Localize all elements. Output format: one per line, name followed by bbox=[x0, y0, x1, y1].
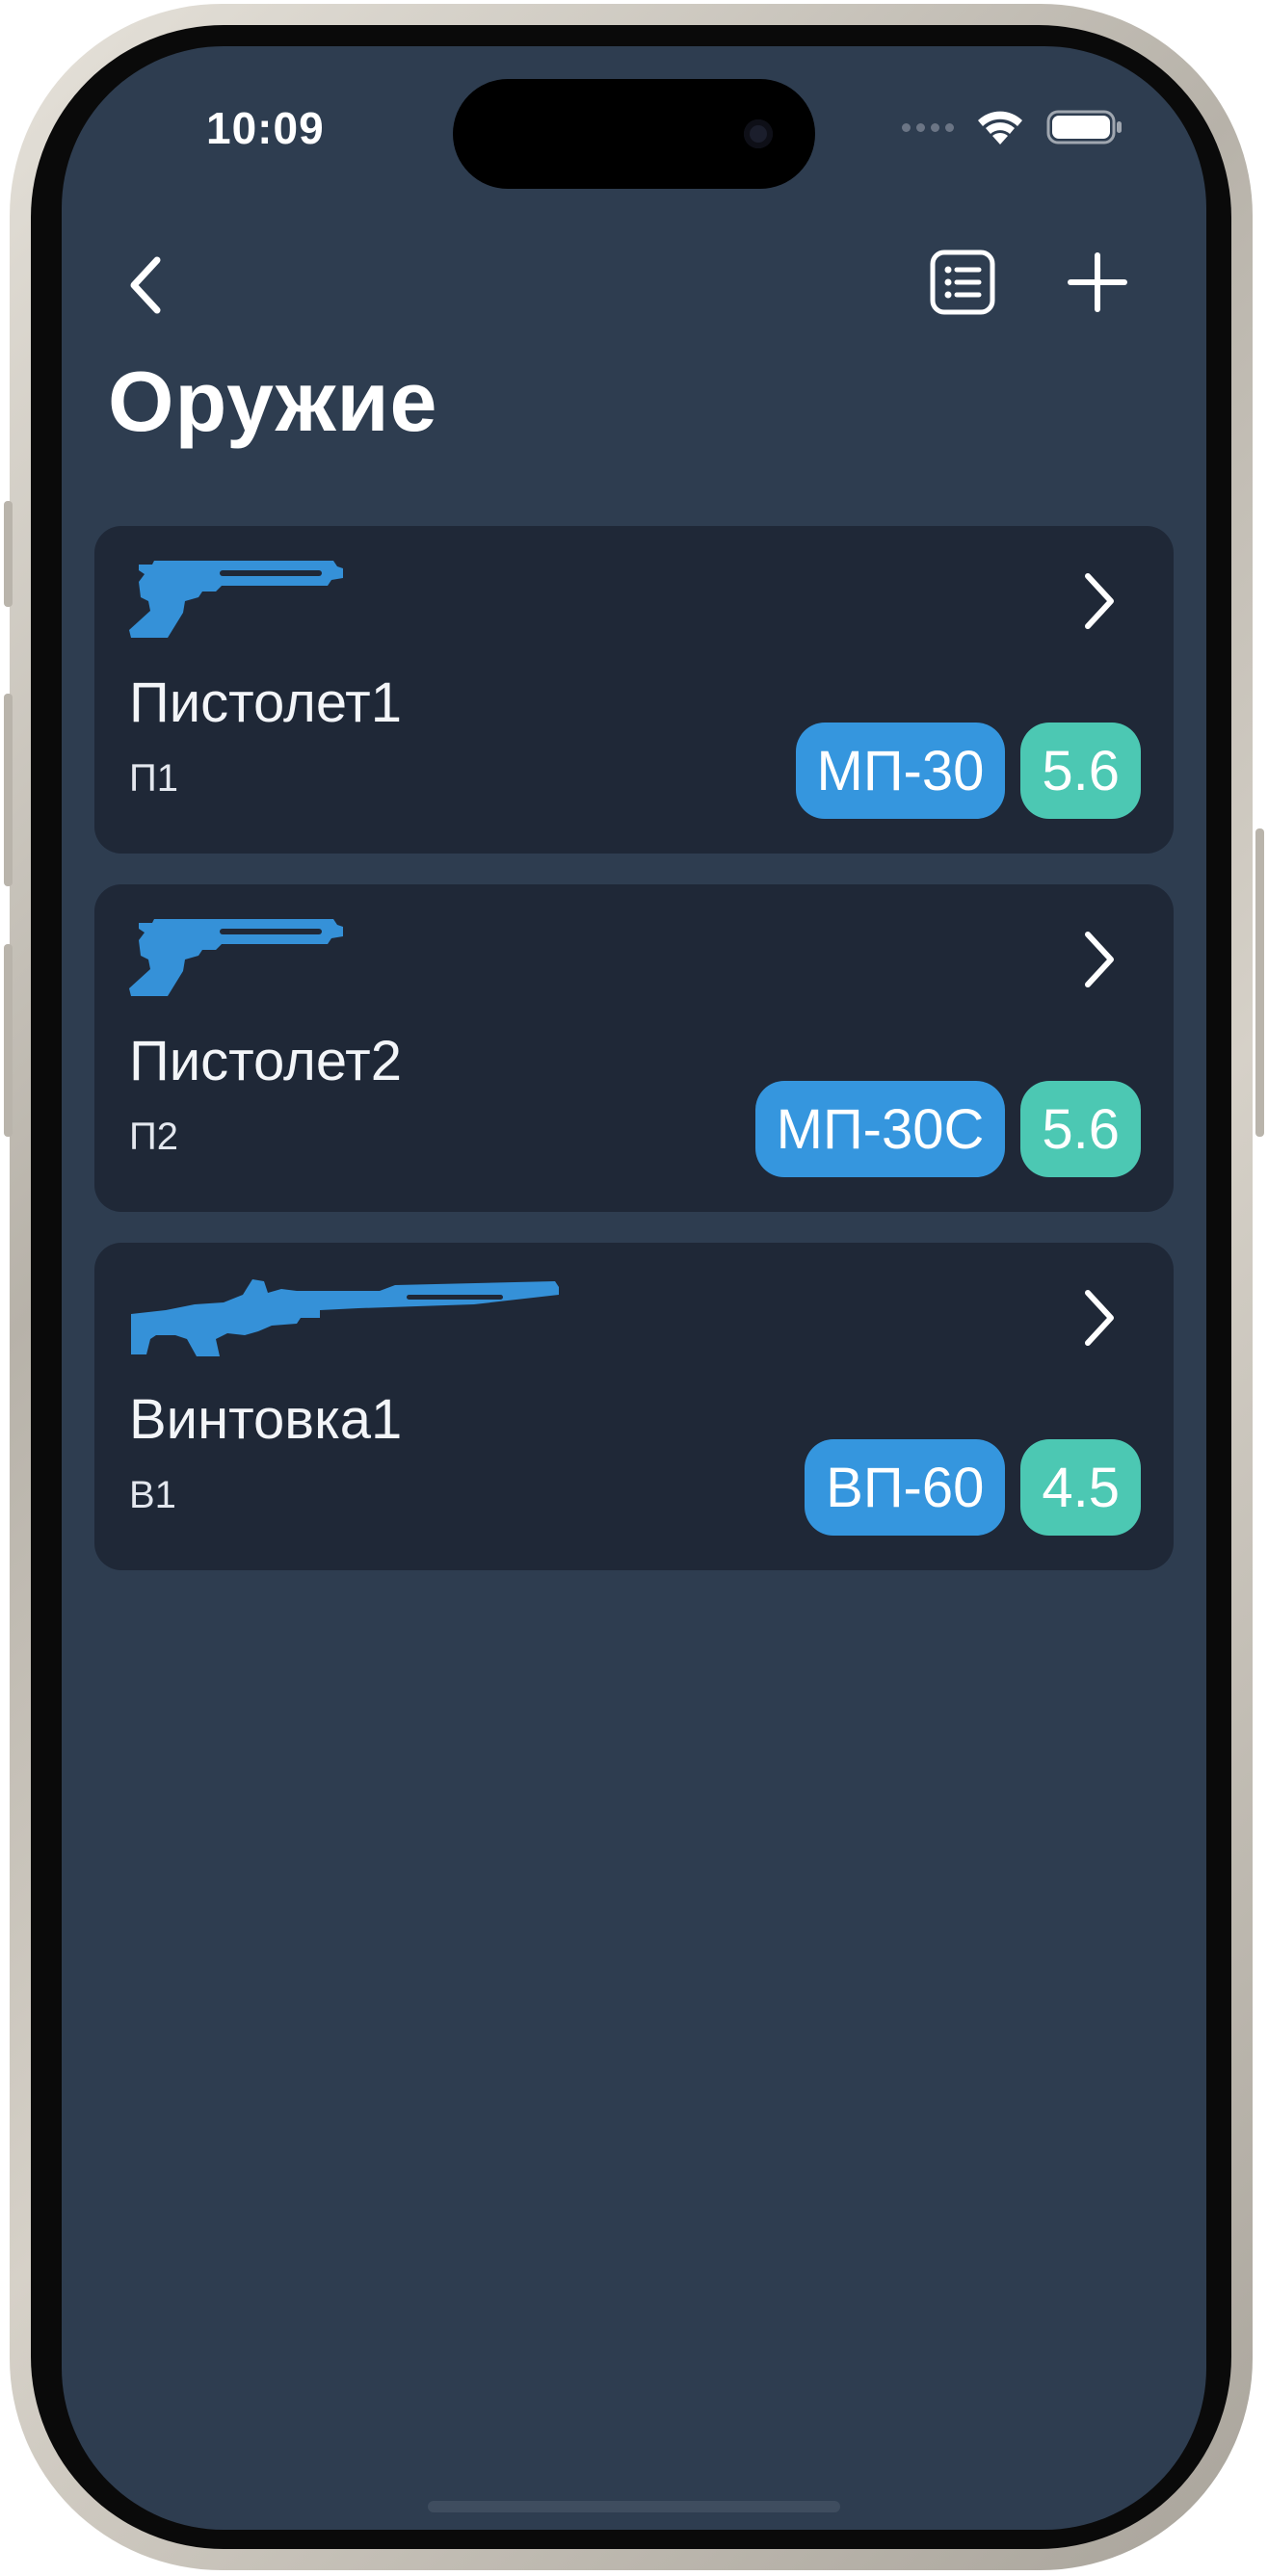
action-button bbox=[4, 501, 13, 607]
weapon-code: П2 bbox=[129, 1116, 178, 1158]
weapon-code: В1 bbox=[129, 1474, 176, 1516]
model-badge: ВП-60 bbox=[805, 1439, 1006, 1536]
cellular-signal-icon bbox=[902, 122, 954, 132]
model-badge: МП-30 bbox=[795, 723, 1006, 819]
list-icon bbox=[930, 250, 995, 315]
status-time: 10:09 bbox=[206, 103, 325, 153]
dynamic-island bbox=[453, 79, 815, 189]
caliber-badge: 4.5 bbox=[1020, 1439, 1141, 1536]
pistol-icon bbox=[127, 559, 345, 646]
caliber-badge: 5.6 bbox=[1020, 1081, 1141, 1177]
weapon-name: Винтовка1 bbox=[129, 1388, 403, 1451]
pistol-icon bbox=[127, 917, 345, 1005]
volume-up-button bbox=[4, 694, 13, 886]
volume-down-button bbox=[4, 944, 13, 1137]
weapon-name: Пистолет1 bbox=[129, 671, 402, 734]
weapon-card[interactable]: Винтовка1 В1 ВП-60 4.5 bbox=[94, 1243, 1174, 1570]
weapon-code: П1 bbox=[129, 757, 178, 800]
weapon-badges: МП-30 5.6 bbox=[795, 723, 1141, 819]
home-indicator[interactable] bbox=[428, 2501, 840, 2512]
battery-icon bbox=[1046, 108, 1123, 146]
chevron-left-icon bbox=[130, 256, 161, 314]
weapon-card[interactable]: Пистолет2 П2 МП-30С 5.6 bbox=[94, 884, 1174, 1212]
weapon-badges: МП-30С 5.6 bbox=[754, 1081, 1141, 1177]
wifi-icon bbox=[975, 108, 1025, 146]
weapon-badges: ВП-60 4.5 bbox=[805, 1439, 1141, 1536]
power-button bbox=[1255, 828, 1264, 1137]
weapon-name: Пистолет2 bbox=[129, 1030, 402, 1092]
chevron-right-icon bbox=[1075, 1279, 1123, 1356]
camera-icon bbox=[744, 119, 773, 148]
list-view-button[interactable] bbox=[919, 239, 1006, 326]
status-indicators bbox=[902, 108, 1123, 146]
chevron-right-icon bbox=[1075, 921, 1123, 998]
app-screen: 10:09 Оружие Пистолет1 П1 МП-30 5.6 Пист… bbox=[62, 46, 1206, 2530]
weapon-card[interactable]: Пистолет1 П1 МП-30 5.6 bbox=[94, 526, 1174, 854]
caliber-badge: 5.6 bbox=[1020, 723, 1141, 819]
rifle-icon bbox=[127, 1275, 561, 1363]
page-title: Оружие bbox=[108, 354, 438, 449]
plus-icon bbox=[1068, 252, 1127, 312]
add-weapon-button[interactable] bbox=[1054, 239, 1141, 326]
model-badge: МП-30С bbox=[754, 1081, 1006, 1177]
back-button[interactable] bbox=[112, 247, 179, 324]
chevron-right-icon bbox=[1075, 563, 1123, 640]
